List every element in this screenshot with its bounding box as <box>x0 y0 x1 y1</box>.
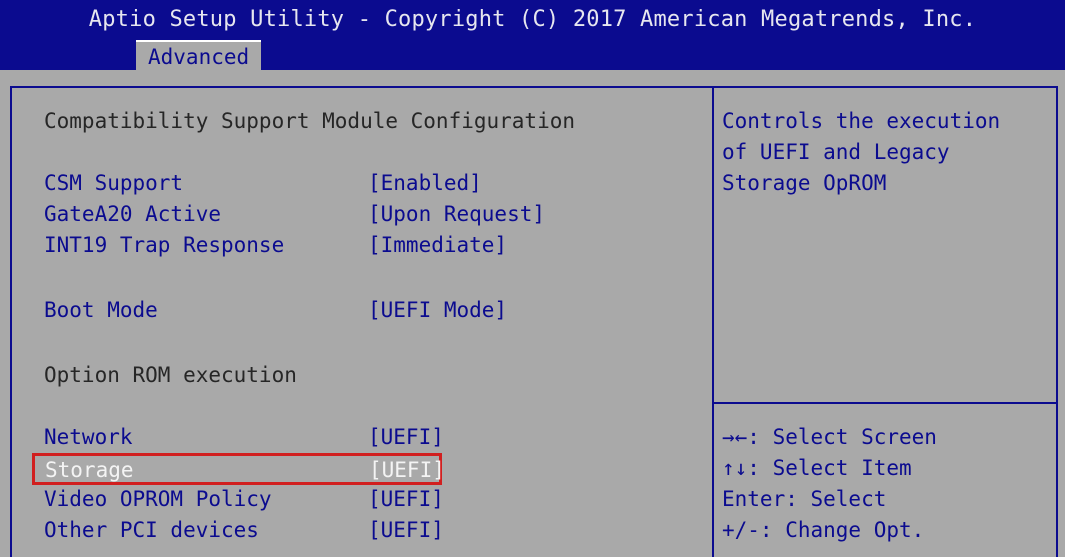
section-title: Compatibility Support Module Configurati… <box>44 109 576 133</box>
menu-item-csm-support-value[interactable]: [Enabled] <box>368 169 482 197</box>
bios-header: Aptio Setup Utility - Copyright (C) 2017… <box>0 0 1065 70</box>
menu-item-video-oprom-policy-value[interactable]: [UEFI] <box>368 485 444 513</box>
menu-item-storage-value[interactable]: [UEFI] <box>369 456 445 484</box>
key-help-select-screen: →←: Select Screen <box>722 425 937 449</box>
menu-item-network-value[interactable]: [UEFI] <box>368 423 444 451</box>
bios-title: Aptio Setup Utility - Copyright (C) 2017… <box>88 7 977 32</box>
help-panel-divider <box>712 402 1058 404</box>
help-text-line-1: Controls the execution <box>722 109 1001 133</box>
selected-menu-item-storage[interactable]: Storage [UEFI] <box>32 453 445 485</box>
tab-advanced[interactable]: Advanced <box>136 40 262 70</box>
menu-item-other-pci-devices-label[interactable]: Other PCI devices <box>44 516 259 544</box>
menu-item-csm-support-label[interactable]: CSM Support <box>44 169 183 197</box>
menu-item-boot-mode-label[interactable]: Boot Mode <box>44 296 158 324</box>
menu-item-int19-trap-response-value[interactable]: [Immediate] <box>368 231 507 259</box>
menu-item-video-oprom-policy-label[interactable]: Video OPROM Policy <box>44 485 272 513</box>
menu-item-network-label[interactable]: Network <box>44 423 133 451</box>
key-help-select-item: ↑↓: Select Item <box>722 456 912 480</box>
menu-item-boot-mode-value[interactable]: [UEFI Mode] <box>368 296 507 324</box>
menu-item-gatea20-active-label[interactable]: GateA20 Active <box>44 200 221 228</box>
help-text-line-2: of UEFI and Legacy <box>722 140 950 164</box>
bios-screen: Aptio Setup Utility - Copyright (C) 2017… <box>0 0 1065 557</box>
menu-item-other-pci-devices-value[interactable]: [UEFI] <box>368 516 444 544</box>
subsection-title: Option ROM execution <box>44 363 297 387</box>
key-help-enter-select: Enter: Select <box>722 487 887 511</box>
menu-item-gatea20-active-value[interactable]: [Upon Request] <box>368 200 545 228</box>
help-text-line-3: Storage OpROM <box>722 171 887 195</box>
header-spacer <box>0 70 1065 86</box>
key-help-change-option: +/-: Change Opt. <box>722 518 925 542</box>
menu-item-int19-trap-response-label[interactable]: INT19 Trap Response <box>44 231 284 259</box>
menu-item-storage-label[interactable]: Storage <box>45 456 134 484</box>
